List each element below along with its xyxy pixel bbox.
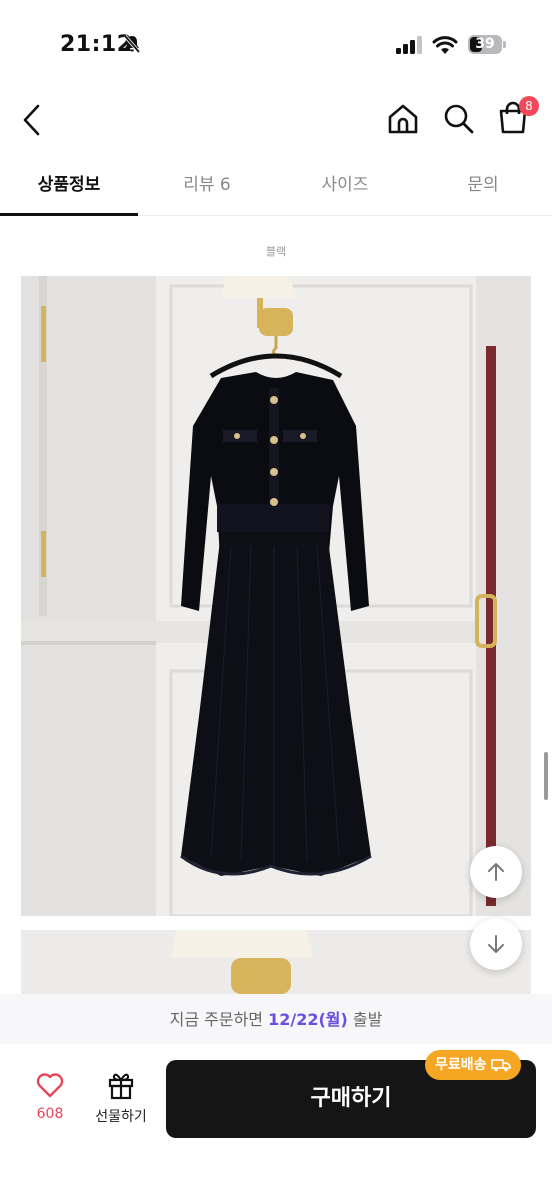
status-bar: 21:12 39	[0, 0, 552, 90]
gift-button[interactable]: 선물하기	[88, 1070, 154, 1126]
tab-size[interactable]: 사이즈	[276, 160, 414, 215]
arrow-up-icon	[488, 863, 504, 881]
purchase-bar: 지금 주문하면 12/22(월) 출발 608 선물하기 구매하기 무료배송	[0, 994, 552, 1200]
home-icon[interactable]	[386, 102, 420, 136]
back-arrow-icon[interactable]	[18, 102, 48, 138]
arrow-down-icon	[488, 935, 504, 953]
battery-level: 39	[475, 36, 495, 52]
truck-icon	[490, 1059, 511, 1072]
like-count: 608	[36, 1106, 64, 1122]
free-shipping-badge: 무료배송	[425, 1050, 521, 1080]
cart-count-badge: 8	[519, 96, 539, 116]
product-photo-next	[21, 930, 531, 994]
gift-icon	[108, 1073, 134, 1100]
battery-tip	[503, 41, 506, 48]
shipping-suffix: 출발	[347, 1010, 383, 1029]
scroll-down-button[interactable]	[470, 918, 522, 970]
shipping-date: 12/22(월)	[268, 1010, 348, 1029]
wifi-icon	[432, 36, 458, 54]
battery-indicator: 39	[468, 35, 502, 54]
shipping-prefix: 지금 주문하면	[169, 1010, 269, 1029]
tab-product-info[interactable]: 상품정보	[0, 160, 138, 216]
product-photo	[21, 276, 531, 916]
top-nav: 8	[0, 90, 552, 150]
tab-inquiry[interactable]: 문의	[414, 160, 552, 215]
scrollbar[interactable]	[544, 752, 548, 800]
like-button[interactable]: 608	[24, 1072, 76, 1122]
free-shipping-label: 무료배송	[435, 1057, 487, 1073]
product-tabs: 상품정보 리뷰 6 사이즈 문의	[0, 160, 552, 216]
dress-photo-illustration	[21, 276, 531, 916]
scroll-up-button[interactable]	[470, 846, 522, 898]
color-caption: 블랙	[265, 245, 287, 258]
shipping-notice: 지금 주문하면 12/22(월) 출발	[0, 994, 552, 1044]
heart-icon	[36, 1073, 64, 1098]
tab-reviews[interactable]: 리뷰 6	[138, 160, 276, 215]
search-icon[interactable]	[442, 102, 476, 136]
next-photo-preview	[21, 930, 531, 994]
silent-bell-icon	[123, 34, 141, 54]
gift-label: 선물하기	[95, 1109, 147, 1125]
signal-icon	[396, 36, 422, 54]
